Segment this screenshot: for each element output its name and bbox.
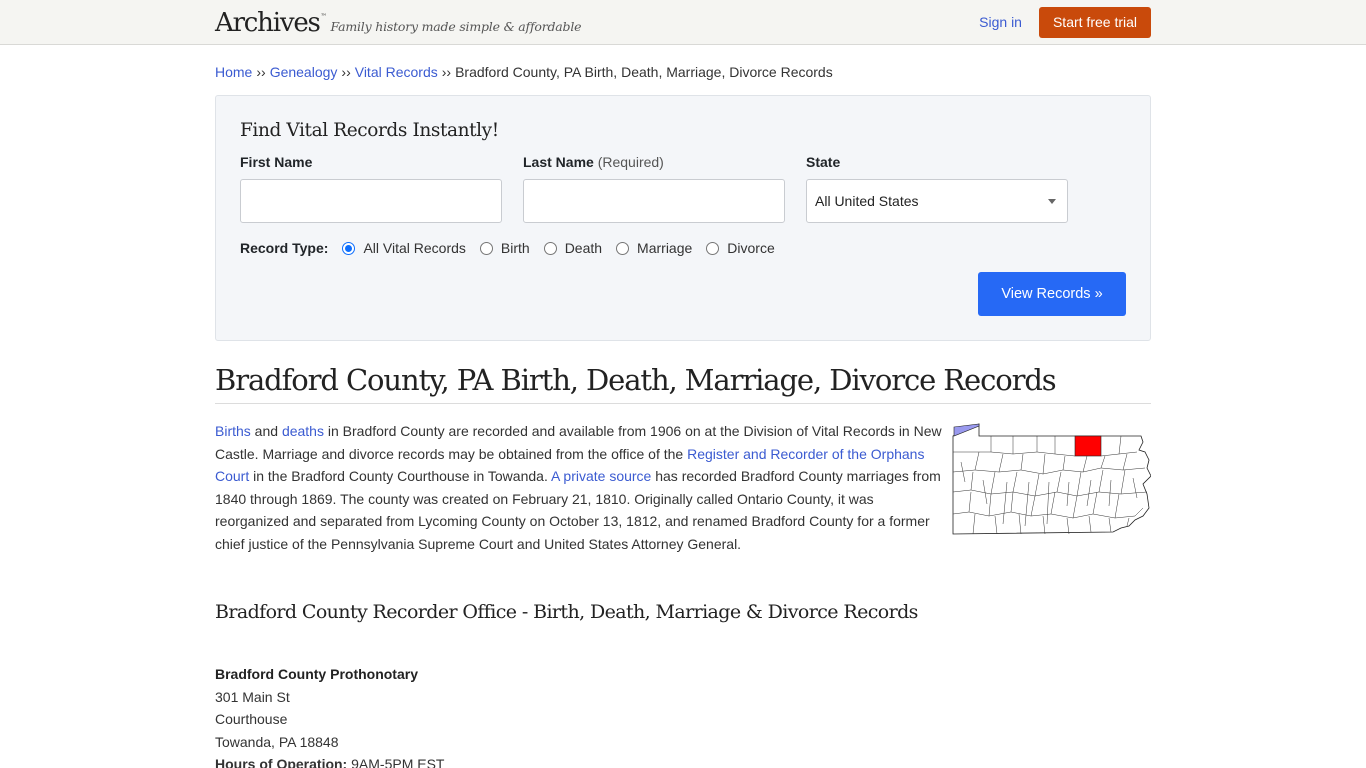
intro-text: and [250,423,282,439]
search-form: Find Vital Records Instantly! First Name… [215,95,1151,341]
state-select[interactable]: All United States [806,179,1068,223]
breadcrumb-separator: ›› [256,64,266,80]
breadcrumb-current: Bradford County, PA Birth, Death, Marria… [455,64,833,80]
page-title: Bradford County, PA Birth, Death, Marria… [215,363,1151,404]
site-logo[interactable]: Archives™ [215,8,327,38]
office-address-line1: 301 Main St [215,688,290,705]
intro-section: Births and deaths in Bradford County are… [215,420,1151,555]
radio-button[interactable] [616,241,630,255]
office-address-line2: Courthouse [215,711,288,727]
radio-label: All Vital Records [363,240,466,256]
breadcrumb-separator: ›› [441,64,452,80]
births-link[interactable]: Births [215,423,251,439]
hours-value: 9AM-5PM EST [347,756,445,768]
radio-label: Death [564,240,603,256]
logo-text: Archives [215,8,321,38]
office-city-state-zip: Towanda, PA 18848 [215,733,339,750]
breadcrumb-genealogy[interactable]: Genealogy [270,64,338,80]
office-hours: Hours of Operation: 9AM-5PM EST [215,753,1151,768]
deaths-link[interactable]: deaths [282,423,324,439]
view-records-button[interactable]: View Records » [978,272,1126,316]
sign-in-link[interactable]: Sign in [979,14,1022,30]
top-navbar: Archives™ Family history made simple & a… [0,0,1366,45]
pennsylvania-county-map [952,423,1151,535]
breadcrumb: Home ›› Genealogy ›› Vital Records ›› Bradford… [215,64,1151,81]
radio-label: Birth [500,240,530,256]
state-selected-value: All United States [815,193,919,209]
breadcrumb-separator: ›› [341,64,351,80]
record-type-group: Record Type: All Vital Records Birth Dea… [240,240,1126,256]
intro-paragraph: Births and deaths in Bradford County are… [215,420,945,555]
last-name-label-text: Last Name [523,154,594,170]
state-label: State [806,154,841,170]
start-free-trial-button[interactable]: Start free trial [1038,6,1151,38]
radio-death[interactable]: Death [543,240,603,256]
first-name-label: First Name [240,154,313,170]
radio-button[interactable] [706,241,720,255]
last-name-label: Last Name (Required) [523,154,785,171]
first-name-input[interactable] [240,179,502,223]
required-note: (Required) [597,154,664,170]
office-info: Bradford County Prothonotary 301 Main St… [215,663,1151,768]
hours-label: Hours of Operation: [215,756,348,768]
radio-birth[interactable]: Birth [479,240,530,256]
radio-button[interactable] [342,241,356,255]
recorder-office-heading: Bradford County Recorder Office - Birth,… [215,601,918,623]
record-type-label: Record Type: [240,240,329,256]
radio-label: Divorce [727,240,775,256]
tagline: Family history made simple & affordable [330,19,582,34]
bradford-county-highlight [1074,435,1102,457]
radio-label: Marriage [637,240,693,256]
radio-divorce[interactable]: Divorce [706,240,775,256]
brand: Archives™ Family history made simple & a… [215,8,582,38]
radio-button[interactable] [543,241,557,255]
breadcrumb-vital-records[interactable]: Vital Records [355,64,438,80]
radio-button[interactable] [479,241,493,255]
logo-trademark: ™ [320,13,327,20]
radio-all-vital-records[interactable]: All Vital Records [342,240,466,256]
search-title: Find Vital Records Instantly! [240,120,499,141]
radio-marriage[interactable]: Marriage [616,240,692,256]
private-source-link[interactable]: A private source [551,468,651,484]
breadcrumb-home[interactable]: Home [215,64,252,80]
office-name: Bradford County Prothonotary [215,666,418,682]
intro-text: in the Bradford County Courthouse in Tow… [249,468,551,484]
chevron-down-icon [1048,199,1056,204]
last-name-input[interactable] [523,179,785,223]
